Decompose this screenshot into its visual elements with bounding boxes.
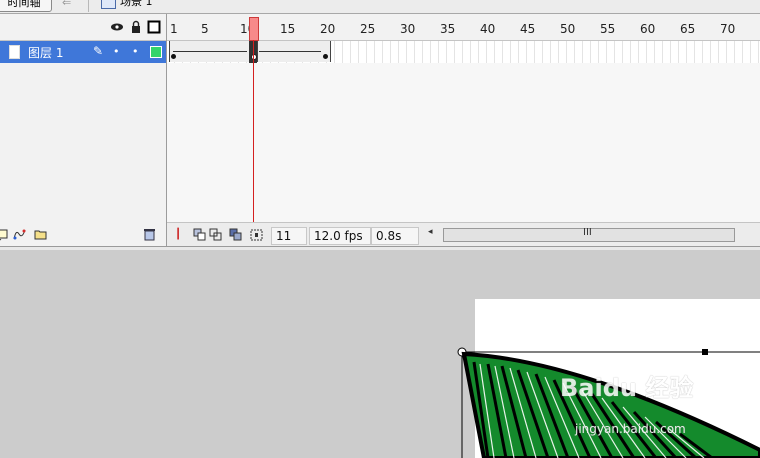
ruler-label: 5	[201, 22, 209, 36]
tween-arrow	[259, 51, 321, 52]
elapsed-time-field: 0.8s	[371, 227, 419, 245]
onion-skin-outline-icon[interactable]	[209, 228, 223, 242]
ruler-label: 55	[600, 22, 616, 36]
watermark-logo: Baidu 经验	[560, 374, 694, 402]
ruler-label: 70	[720, 22, 736, 36]
ruler-label: 40	[480, 22, 496, 36]
ruler-label: 1	[170, 22, 178, 36]
ruler-label: 25	[360, 22, 376, 36]
frame-rate-field[interactable]: 12.0 fps	[309, 227, 371, 245]
lock-dot-icon[interactable]: •	[132, 45, 139, 58]
onion-skin-icon[interactable]	[193, 228, 207, 242]
layers-header	[0, 14, 166, 41]
layer-color-swatch[interactable]	[150, 46, 162, 58]
insert-folder-icon[interactable]	[33, 227, 48, 241]
keyframe-dot[interactable]	[323, 54, 328, 59]
scene-icon	[101, 0, 116, 9]
ruler-label: 50	[560, 22, 576, 36]
top-bar: 时间轴 ⇐ 场景 1	[0, 0, 760, 14]
timeline-status-bar: ┃ 11 12.0 fps 0.8s ◂ III	[167, 222, 760, 247]
modify-onion-markers-icon[interactable]	[250, 228, 264, 242]
scroll-left-icon[interactable]: ◂	[428, 227, 433, 237]
lock-icon[interactable]	[129, 20, 143, 34]
ruler-label: 15	[280, 22, 296, 36]
ruler-label: 45	[520, 22, 536, 36]
layer-type-icon	[9, 45, 20, 59]
visibility-dot-icon[interactable]: •	[113, 45, 120, 58]
delete-layer-icon[interactable]	[142, 227, 157, 241]
stage-area[interactable]: Baidu 经验 jingyan.baidu.com	[0, 250, 760, 458]
toolbar-separator	[88, 0, 89, 12]
keyframe-dot[interactable]	[171, 54, 176, 59]
layers-footer	[0, 222, 166, 246]
ruler-label: 30	[400, 22, 416, 36]
center-frame-icon[interactable]: ┃	[171, 228, 185, 242]
ruler-label: 60	[640, 22, 656, 36]
tween-arrow	[173, 51, 247, 52]
ruler-label: 20	[320, 22, 336, 36]
layer-name[interactable]: 图层 1	[28, 44, 63, 61]
outline-icon[interactable]	[147, 20, 161, 34]
scene-label[interactable]: 场景 1	[120, 0, 153, 10]
timeline-tab[interactable]: 时间轴	[0, 0, 52, 12]
playhead-marker[interactable]	[249, 17, 259, 41]
layer-row[interactable]: 图层 1 ✎ • •	[0, 41, 166, 63]
keyframe-dot[interactable]	[251, 54, 257, 60]
scroll-grip: III	[583, 227, 592, 238]
edit-multiple-frames-icon[interactable]	[229, 228, 243, 242]
frame-ruler[interactable]: 1 5 10 15 20 25 30 35 40 45 50 55 60 65 …	[167, 14, 760, 41]
eye-icon[interactable]	[110, 20, 124, 34]
timeline-panel: 图层 1 ✎ • • 1 5 10 15 20 25 30 35 40 45 5…	[0, 14, 760, 247]
back-arrow-icon[interactable]: ⇐	[62, 0, 82, 10]
frames-panel: 1 5 10 15 20 25 30 35 40 45 50 55 60 65 …	[167, 14, 760, 247]
ruler-label: 65	[680, 22, 696, 36]
pencil-icon: ✎	[93, 44, 104, 58]
current-frame-field: 11	[271, 227, 307, 245]
add-motion-guide-icon[interactable]	[12, 227, 27, 241]
ruler-label: 35	[440, 22, 456, 36]
insert-layer-icon[interactable]	[0, 227, 10, 241]
layers-panel: 图层 1 ✎ • •	[0, 14, 167, 246]
watermark-url: jingyan.baidu.com	[575, 422, 686, 436]
playhead-line	[253, 40, 254, 222]
